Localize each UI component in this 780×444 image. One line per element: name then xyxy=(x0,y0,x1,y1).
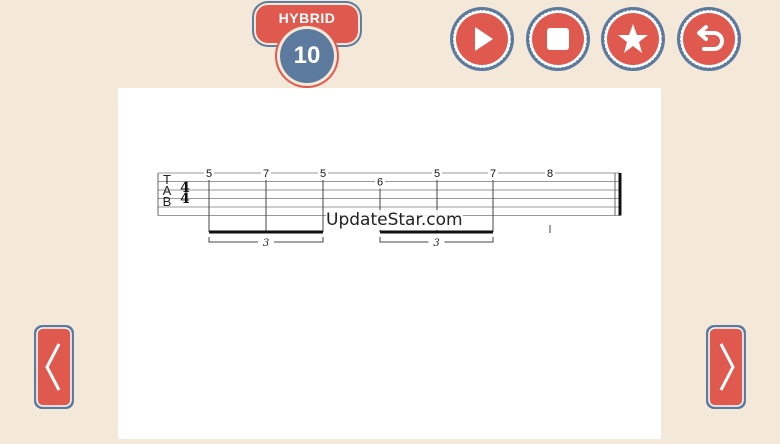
fret-number: 6 xyxy=(377,177,383,189)
favorite-button[interactable] xyxy=(600,6,666,72)
mode-label: HYBRID xyxy=(278,10,336,26)
level-number: 10 xyxy=(293,42,321,69)
next-button[interactable] xyxy=(705,324,747,410)
tab-sheet: TAB44575657833 xyxy=(118,88,661,439)
stop-icon xyxy=(547,28,569,50)
tuplet-label: 3 xyxy=(433,238,439,249)
tablature-staff: TAB445 7 565 7 83 3 xyxy=(157,167,622,249)
fret-number: 5 xyxy=(206,168,212,180)
fret-number: 5 xyxy=(320,168,326,180)
watermark: UpdateStar.com xyxy=(326,210,463,230)
fret-number: 8 xyxy=(547,168,553,180)
time-signature-bottom: 4 xyxy=(180,191,190,207)
back-button[interactable] xyxy=(676,6,742,72)
tab-clef-letter: B xyxy=(163,194,172,209)
fret-number: 5 xyxy=(434,168,440,180)
play-button[interactable] xyxy=(449,6,515,72)
fret-number: 7 xyxy=(263,168,269,180)
tuplet-label: 3 xyxy=(263,238,269,249)
stop-button[interactable] xyxy=(525,6,591,72)
prev-button[interactable] xyxy=(33,324,75,410)
fret-number: 7 xyxy=(490,168,496,180)
level-badge: HYBRID 10 xyxy=(254,3,360,83)
